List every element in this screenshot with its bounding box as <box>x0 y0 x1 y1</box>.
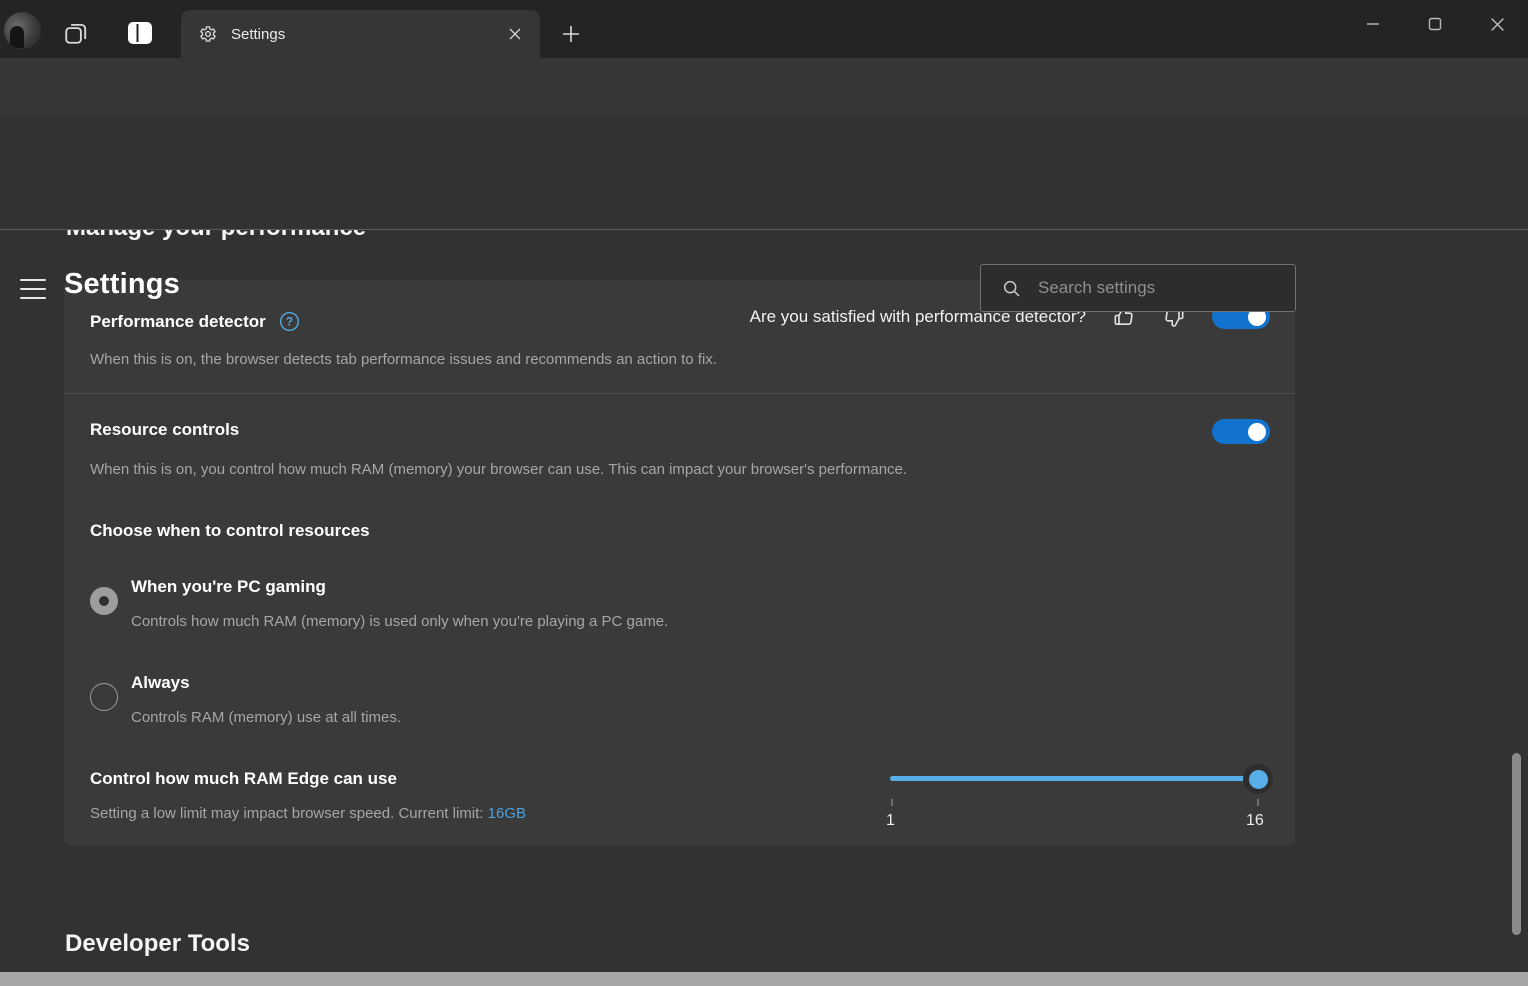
settings-content: Manage your performance Performance dete… <box>0 117 1528 986</box>
ram-slider-track[interactable] <box>890 776 1259 781</box>
performance-detector-row: Performance detector ? <box>90 310 301 333</box>
choose-resources-heading: Choose when to control resources <box>90 521 370 541</box>
tab-close-icon[interactable] <box>502 21 528 47</box>
profile-avatar[interactable] <box>4 12 41 49</box>
close-button[interactable] <box>1466 0 1528 48</box>
menu-icon[interactable] <box>20 277 46 301</box>
tab-title: Settings <box>231 26 502 43</box>
resource-controls-title: Resource controls <box>90 420 239 440</box>
performance-card: Performance detector ? Are you satisfied… <box>64 280 1295 846</box>
vertical-scrollbar[interactable] <box>1512 753 1521 935</box>
radio-always-description: Controls RAM (memory) use at all times. <box>131 709 401 726</box>
next-card-edge <box>0 972 1528 986</box>
slider-tick-max <box>1257 799 1259 806</box>
radio-pc-gaming[interactable] <box>90 587 118 615</box>
resource-controls-description: When this is on, you control how much RA… <box>90 461 907 478</box>
workspaces-icon[interactable] <box>59 18 93 48</box>
current-limit-value[interactable]: 16GB <box>488 805 526 822</box>
settings-gear-favicon <box>199 25 217 43</box>
tab-actions-icon[interactable] <box>123 18 157 48</box>
performance-detector-title: Performance detector <box>90 312 266 332</box>
ram-slider-thumb[interactable] <box>1243 764 1273 794</box>
settings-header: Settings <box>0 117 1528 230</box>
ram-control-description: Setting a low limit may impact browser s… <box>90 805 526 822</box>
page-title: Settings <box>64 268 180 301</box>
search-input[interactable] <box>1038 278 1295 298</box>
browser-window: Settings <box>0 0 1528 986</box>
radio-always[interactable] <box>90 683 118 711</box>
slider-min-label: 1 <box>886 812 895 830</box>
radio-always-label[interactable]: Always <box>131 673 190 693</box>
minimize-button[interactable] <box>1342 0 1404 48</box>
svg-text:?: ? <box>286 315 293 329</box>
section-title-developer-tools: Developer Tools <box>65 930 250 958</box>
help-icon[interactable]: ? <box>278 310 301 333</box>
new-tab-icon[interactable] <box>556 20 586 48</box>
slider-tick-min <box>891 799 893 806</box>
maximize-button[interactable] <box>1404 0 1466 48</box>
toolbar: Edge edge://settings> <box>0 58 1528 117</box>
performance-detector-description: When this is on, the browser detects tab… <box>90 351 717 368</box>
search-icon <box>1001 278 1022 299</box>
slider-max-label: 16 <box>1246 812 1264 830</box>
ram-control-title: Control how much RAM Edge can use <box>90 769 397 789</box>
tab-settings[interactable]: Settings <box>181 10 540 58</box>
window-controls <box>1342 0 1528 48</box>
resource-controls-toggle[interactable] <box>1212 419 1270 444</box>
radio-pc-gaming-description: Controls how much RAM (memory) is used o… <box>131 613 668 630</box>
tab-strip: Settings <box>0 0 1528 58</box>
card-divider <box>64 393 1295 394</box>
settings-search[interactable] <box>980 264 1296 312</box>
radio-pc-gaming-label[interactable]: When you're PC gaming <box>131 577 326 597</box>
